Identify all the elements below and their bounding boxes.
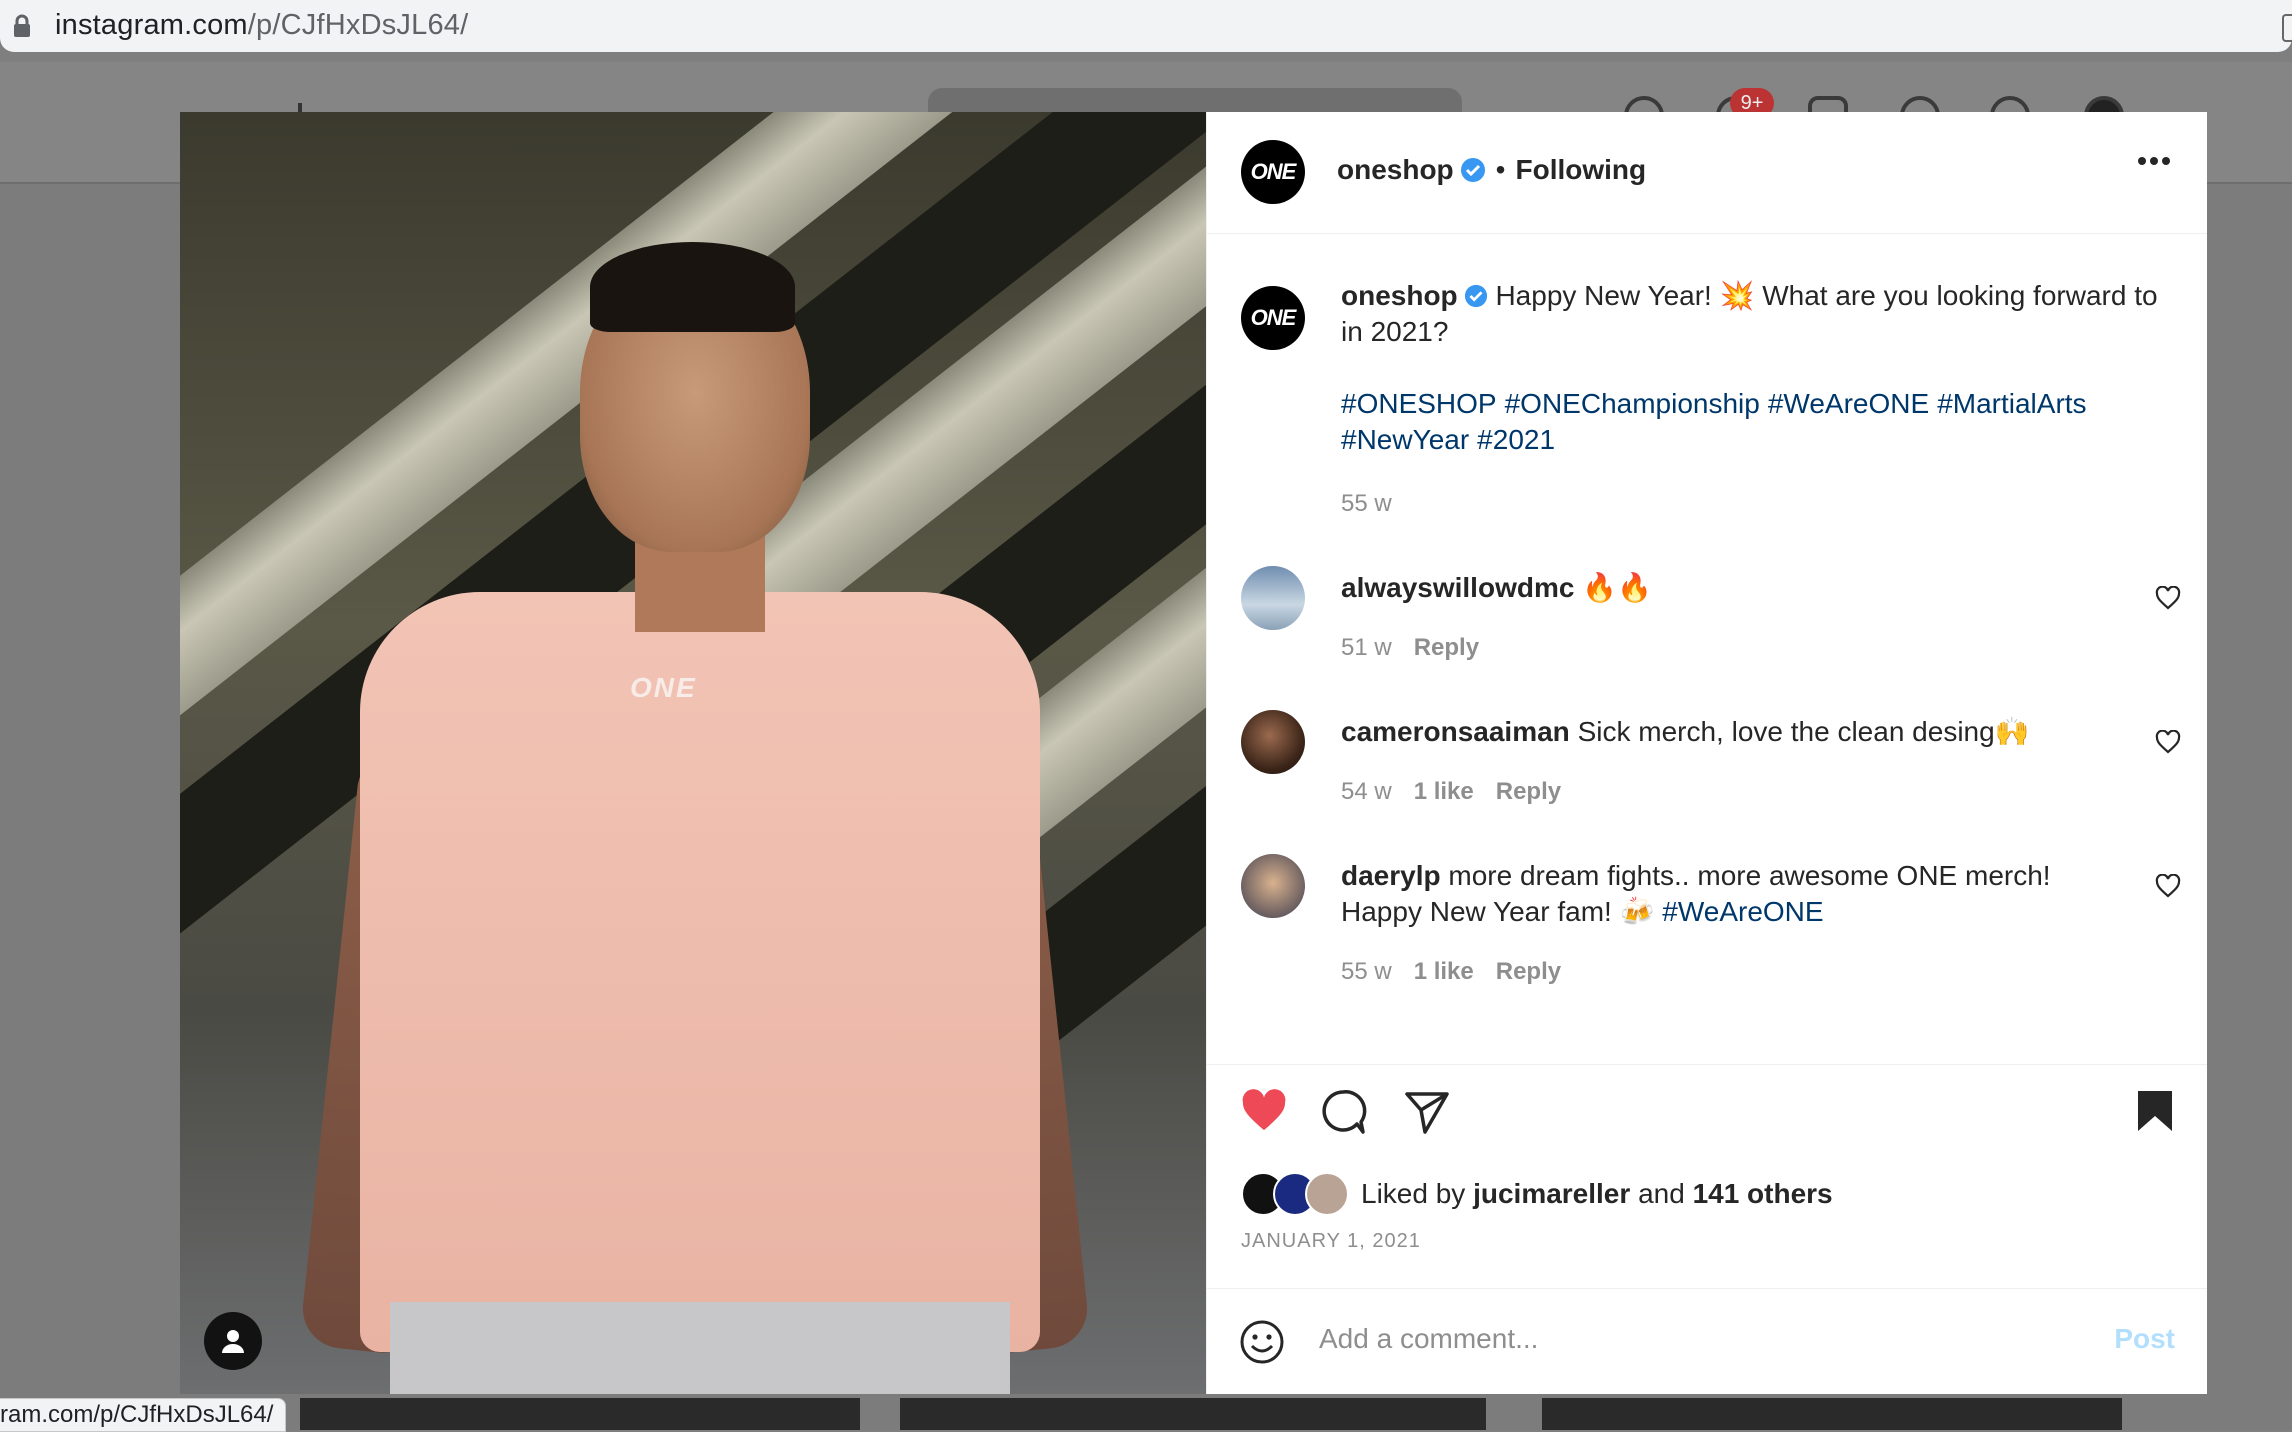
comment-like-count[interactable]: 1 like — [1414, 958, 1474, 985]
grid-tile — [1542, 1398, 2122, 1430]
caption-text: oneshop Happy New Year! 💥 What are you l… — [1341, 278, 2171, 350]
separator-dot: • — [1495, 154, 1506, 185]
caption-avatar[interactable]: ONE — [1241, 286, 1305, 350]
liked-by-others[interactable]: 141 others — [1693, 1178, 1833, 1209]
commenter-avatar[interactable] — [1241, 710, 1305, 774]
hashtag-link[interactable]: #NewYear — [1341, 424, 1469, 455]
comment-bubble-icon[interactable] — [1319, 1088, 1367, 1136]
hashtag-link[interactable]: #ONESHOP — [1341, 388, 1497, 419]
browser-status-url: ram.com/p/CJfHxDsJL64/ — [0, 1398, 287, 1432]
liked-by-middle: and — [1638, 1178, 1685, 1209]
author-username[interactable]: oneshop — [1337, 154, 1454, 186]
commenter-avatar[interactable] — [1241, 566, 1305, 630]
author-avatar[interactable]: ONE — [1241, 140, 1305, 204]
liked-by-row: Liked by jucimareller and 141 others — [1241, 1172, 1833, 1216]
reply-button[interactable]: Reply — [1496, 958, 1561, 985]
more-options-icon[interactable] — [2137, 156, 2171, 166]
hair — [590, 242, 795, 332]
hashtag-link[interactable]: #WeAreONE — [1662, 896, 1823, 927]
user-icon — [222, 1330, 244, 1353]
tagged-user-button[interactable] — [204, 1312, 262, 1370]
post-date[interactable]: JANUARY 1, 2021 — [1241, 1230, 1421, 1253]
comment-text: 🔥🔥 — [1582, 572, 1652, 603]
comment-username[interactable]: cameronsaaiman — [1341, 716, 1570, 747]
add-comment-row: Add a comment... Post — [1207, 1288, 2207, 1395]
post-detail-panel: ONE oneshop • Following ONE oneshop Happ… — [1206, 112, 2207, 1394]
comment-time[interactable]: 54 w — [1341, 778, 1392, 805]
browser-address-bar[interactable]: instagram.com/p/CJfHxDsJL64/ — [0, 0, 2292, 52]
grid-tile — [900, 1398, 1486, 1430]
comment-username[interactable]: daerylp — [1341, 860, 1441, 891]
hashtag-link[interactable]: #WeAreONE — [1768, 388, 1929, 419]
comment-2: cameronsaaiman Sick merch, love the clea… — [1341, 714, 2121, 750]
comment-time[interactable]: 51 w — [1341, 634, 1392, 661]
verified-badge-icon — [1464, 284, 1487, 308]
comment-username[interactable]: alwayswillowdmc — [1341, 572, 1574, 603]
pink-tshirt — [360, 592, 1040, 1352]
liker-avatar[interactable] — [1305, 1172, 1349, 1216]
caption-meta: 55 w — [1341, 490, 1392, 518]
verified-badge-icon — [1460, 158, 1485, 182]
commenter-avatar[interactable] — [1241, 854, 1305, 918]
comment-like-heart-icon[interactable] — [2155, 730, 2181, 754]
caption-hashtags: #ONESHOP #ONEChampionship #WeAreONE #Martia… — [1341, 386, 2171, 458]
liked-by-text: Liked by jucimareller and 141 others — [1361, 1178, 1833, 1210]
post-header: ONE oneshop • Following — [1207, 112, 2207, 234]
caption-username[interactable]: oneshop — [1341, 280, 1458, 311]
comment-like-count[interactable]: 1 like — [1414, 778, 1474, 805]
post-comment-button[interactable]: Post — [2114, 1323, 2175, 1355]
grey-pants — [390, 1302, 1010, 1394]
comment-3-meta: 55 w 1 like Reply — [1341, 958, 1561, 986]
comment-2-meta: 54 w 1 like Reply — [1341, 778, 1561, 806]
hashtag-link[interactable]: #ONEChampionship — [1505, 388, 1760, 419]
comment-like-heart-icon[interactable] — [2155, 874, 2181, 898]
reply-button[interactable]: Reply — [1496, 778, 1561, 805]
comment-time[interactable]: 55 w — [1341, 958, 1392, 985]
share-send-icon[interactable] — [1403, 1088, 1451, 1136]
save-bookmark-icon[interactable] — [2135, 1088, 2175, 1134]
comment-3: daerylp more dream fights.. more awesome… — [1341, 858, 2121, 930]
actions-divider — [1207, 1064, 2207, 1065]
comment-1-meta: 51 w Reply — [1341, 634, 1479, 662]
emoji-icon[interactable] — [1239, 1319, 1285, 1365]
hashtag-link[interactable]: #MartialArts — [1937, 388, 2086, 419]
hashtag-link[interactable]: #2021 — [1477, 424, 1555, 455]
add-comment-input[interactable]: Add a comment... — [1319, 1323, 1538, 1355]
comment-1: alwayswillowdmc 🔥🔥 — [1341, 570, 2121, 606]
comment-text: Sick merch, love the clean desing🙌 — [1577, 716, 2030, 747]
window-edge — [2282, 14, 2292, 42]
like-heart-icon[interactable] — [1239, 1088, 1289, 1134]
post-modal: ONE ONE oneshop • Following ONE oneshop … — [180, 112, 2207, 1394]
comment-like-heart-icon[interactable] — [2155, 586, 2181, 610]
liked-by-user[interactable]: jucimareller — [1473, 1178, 1630, 1209]
post-photo[interactable]: ONE — [180, 112, 1206, 1394]
grid-tile — [300, 1398, 860, 1430]
lock-icon — [14, 14, 30, 37]
shirt-logo: ONE — [630, 672, 697, 703]
caption-time[interactable]: 55 w — [1341, 490, 1392, 517]
url-path: /p/CJfHxDsJL64/ — [247, 9, 469, 41]
header-user-row: oneshop • Following — [1337, 154, 1646, 186]
following-button[interactable]: Following — [1515, 154, 1646, 186]
url-text[interactable]: instagram.com/p/CJfHxDsJL64/ — [55, 9, 468, 42]
reply-button[interactable]: Reply — [1414, 634, 1479, 661]
url-domain: instagram.com — [55, 9, 248, 41]
liked-by-prefix: Liked by — [1361, 1178, 1466, 1209]
